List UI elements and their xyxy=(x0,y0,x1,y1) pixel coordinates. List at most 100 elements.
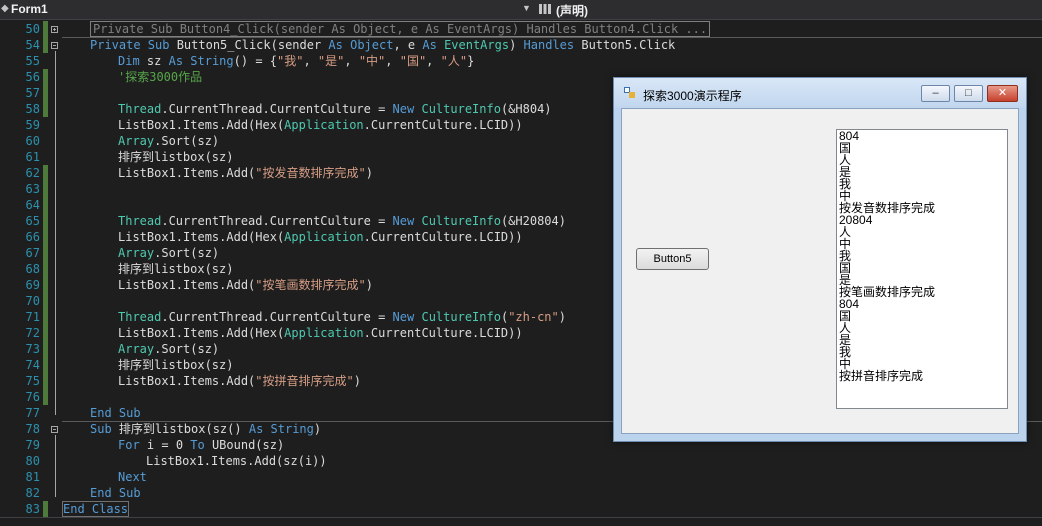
line-number: 59 xyxy=(25,118,40,132)
line-number: 62 xyxy=(25,166,40,180)
change-indicator xyxy=(43,373,48,389)
close-button[interactable]: ✕ xyxy=(987,85,1018,102)
line-number: 66 xyxy=(25,230,40,244)
listbox-item[interactable]: 人 xyxy=(839,322,1007,334)
collapsed-region[interactable]: Private Sub Button4_Click(sender As Obje… xyxy=(90,21,711,37)
code-line-62[interactable]: ListBox1.Items.Add("按发音数排序完成") xyxy=(118,165,373,181)
listbox-item[interactable]: 是 xyxy=(839,166,1007,178)
code-line-61[interactable]: 排序到listbox(sz) xyxy=(118,149,233,165)
collapse-region-icon[interactable] xyxy=(51,42,58,49)
line-number: 70 xyxy=(25,294,40,308)
line-number: 76 xyxy=(25,390,40,404)
minimize-button[interactable]: – xyxy=(921,85,950,102)
line-number: 74 xyxy=(25,358,40,372)
editor-bottom-border xyxy=(0,517,1042,518)
button5[interactable]: Button5 xyxy=(636,248,709,270)
code-line-68[interactable]: 排序到listbox(sz) xyxy=(118,261,233,277)
line-number: 69 xyxy=(25,278,40,292)
listbox1[interactable]: 804 国人是我中按发音数排序完成 20804 人中我国是按笔画数排序完成 804 国人是… xyxy=(836,129,1008,409)
chevron-down-icon[interactable]: ▼ xyxy=(522,3,531,13)
window-title-bar[interactable]: 探索3000演示程序 – □ ✕ xyxy=(614,78,1026,108)
line-number: 73 xyxy=(25,342,40,356)
change-indicator xyxy=(43,341,48,357)
code-line-82[interactable]: End Sub xyxy=(90,485,141,501)
change-indicator xyxy=(43,37,48,53)
method-name-dropdown[interactable]: (声明) xyxy=(537,0,1037,20)
listbox-item[interactable]: 20804 xyxy=(839,214,1007,226)
code-line-78[interactable]: Sub 排序到listbox(sz() As String) xyxy=(90,421,321,437)
code-line-80[interactable]: ListBox1.Items.Add(sz(i)) xyxy=(146,453,327,469)
listbox-item[interactable]: 中 xyxy=(839,238,1007,250)
listbox-item[interactable]: 人 xyxy=(839,226,1007,238)
line-number: 83 xyxy=(25,502,40,516)
code-line-74[interactable]: 排序到listbox(sz) xyxy=(118,357,233,373)
maximize-button[interactable]: □ xyxy=(954,85,983,102)
listbox-item[interactable]: 804 xyxy=(839,130,1007,142)
current-line-highlight[interactable]: End Class xyxy=(62,501,130,517)
listbox-item[interactable]: 按拼音排序完成 xyxy=(839,370,1007,382)
class-name-dropdown[interactable]: ◆ Form1 ▼ xyxy=(0,0,531,20)
line-number: 63 xyxy=(25,182,40,196)
listbox-item[interactable]: 国 xyxy=(839,142,1007,154)
change-indicator xyxy=(43,261,48,277)
code-line-72[interactable]: ListBox1.Items.Add(Hex(Application.Curre… xyxy=(118,325,523,341)
code-line-67[interactable]: Array.Sort(sz) xyxy=(118,245,219,261)
declarations-icon xyxy=(539,4,551,14)
code-line-50[interactable]: Private Sub Button4_Click(sender As Obje… xyxy=(90,21,711,37)
code-line-54[interactable]: Private Sub Button5_Click(sender As Obje… xyxy=(90,37,675,53)
code-line-65[interactable]: Thread.CurrentThread.CurrentCulture = Ne… xyxy=(118,213,566,229)
listbox-item[interactable]: 国 xyxy=(839,310,1007,322)
line-number: 58 xyxy=(25,102,40,116)
listbox-item[interactable]: 是 xyxy=(839,334,1007,346)
line-number: 79 xyxy=(25,438,40,452)
line-number: 55 xyxy=(25,54,40,68)
expand-region-icon[interactable] xyxy=(51,26,58,33)
line-number: 72 xyxy=(25,326,40,340)
code-line-66[interactable]: ListBox1.Items.Add(Hex(Application.Curre… xyxy=(118,229,523,245)
code-line-73[interactable]: Array.Sort(sz) xyxy=(118,341,219,357)
code-line-58[interactable]: Thread.CurrentThread.CurrentCulture = Ne… xyxy=(118,101,552,117)
code-line-55[interactable]: Dim sz As String() = {"我", "是", "中", "国"… xyxy=(118,53,474,69)
line-number: 56 xyxy=(25,70,40,84)
line-number: 64 xyxy=(25,198,40,212)
line-number: 77 xyxy=(25,406,40,420)
listbox-item[interactable]: 人 xyxy=(839,154,1007,166)
line-number: 80 xyxy=(25,454,40,468)
code-line-71[interactable]: Thread.CurrentThread.CurrentCulture = Ne… xyxy=(118,309,566,325)
gutter-row: 83 xyxy=(0,501,1042,517)
demo-form-window[interactable]: 探索3000演示程序 – □ ✕ Button5 804 国人是我中按发音数排序完… xyxy=(613,77,1027,442)
line-number: 57 xyxy=(25,86,40,100)
line-number: 81 xyxy=(25,470,40,484)
code-line-56[interactable]: '探索3000作品 xyxy=(118,69,202,85)
change-indicator xyxy=(43,357,48,373)
code-line-75[interactable]: ListBox1.Items.Add("按拼音排序完成") xyxy=(118,373,361,389)
code-line-60[interactable]: Array.Sort(sz) xyxy=(118,133,219,149)
collapse-region-icon[interactable] xyxy=(51,426,58,433)
line-number: 75 xyxy=(25,374,40,388)
line-number: 71 xyxy=(25,310,40,324)
line-number: 78 xyxy=(25,422,40,436)
code-line-69[interactable]: ListBox1.Items.Add("按笔画数排序完成") xyxy=(118,277,373,293)
line-number: 67 xyxy=(25,246,40,260)
listbox-item[interactable]: 804 xyxy=(839,298,1007,310)
form-icon: ◆ xyxy=(1,3,9,14)
change-indicator xyxy=(43,245,48,261)
gutter-row: 82 xyxy=(0,485,1042,501)
change-indicator xyxy=(43,309,48,325)
listbox-item[interactable]: 我 xyxy=(839,346,1007,358)
line-number: 68 xyxy=(25,262,40,276)
code-line-59[interactable]: ListBox1.Items.Add(Hex(Application.Curre… xyxy=(118,117,523,133)
code-line-79[interactable]: For i = 0 To UBound(sz) xyxy=(118,437,284,453)
change-indicator xyxy=(43,21,48,37)
listbox-item[interactable]: 我 xyxy=(839,250,1007,262)
listbox-item[interactable]: 我 xyxy=(839,178,1007,190)
code-line-81[interactable]: Next xyxy=(118,469,147,485)
listbox-item[interactable]: 国 xyxy=(839,262,1007,274)
class-name-label: Form1 xyxy=(11,2,48,16)
code-line-77[interactable]: End Sub xyxy=(90,405,141,421)
form-app-icon xyxy=(624,87,635,98)
listbox-item[interactable]: 按笔画数排序完成 xyxy=(839,286,1007,298)
code-line-83[interactable]: End Class xyxy=(62,501,130,517)
change-indicator xyxy=(43,389,48,405)
line-number: 65 xyxy=(25,214,40,228)
